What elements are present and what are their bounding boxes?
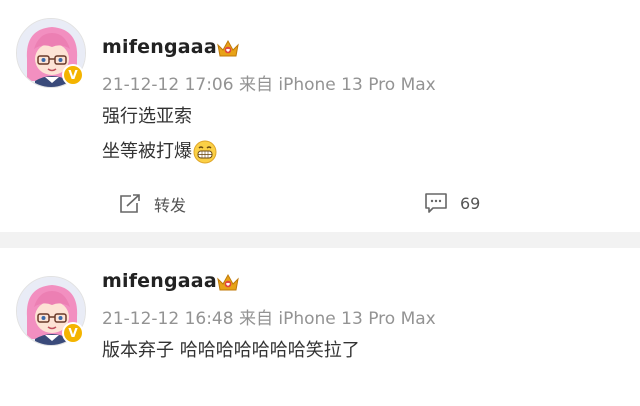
post-timestamp[interactable]: 21-12-12 17:06 (102, 75, 234, 95)
post-text: 坐等被打爆 (102, 141, 192, 162)
username[interactable]: mifengaaa (102, 270, 217, 292)
post-meta: 21-12-12 17:06 来自 iPhone 13 Pro Max (102, 70, 436, 95)
crown-icon[interactable] (216, 37, 240, 59)
post-meta: 21-12-12 16:48 来自 iPhone 13 Pro Max (102, 304, 436, 329)
crown-icon[interactable] (216, 271, 240, 293)
username[interactable]: mifengaaa (102, 36, 217, 58)
post-source: 来自 iPhone 13 Pro Max (238, 75, 436, 95)
post-timestamp[interactable]: 21-12-12 16:48 (102, 309, 234, 329)
avatar[interactable]: V (16, 18, 86, 88)
post-card: V mifengaaa 21-12-12 17:06 来自 iPhone 13 … (0, 0, 640, 232)
post-text-line: 强行选亚索 (102, 106, 192, 127)
comment-button[interactable]: 69 (424, 192, 480, 214)
post-text-line-with-emoji: 坐等被打爆 (102, 137, 217, 164)
repost-icon (120, 194, 140, 213)
avatar[interactable]: V (16, 276, 86, 346)
comment-count: 69 (460, 193, 481, 213)
verified-badge-icon: V (62, 322, 84, 344)
comment-icon (425, 193, 447, 213)
grin-emoji-icon (193, 140, 217, 164)
post-text-line: 版本弃子 哈哈哈哈哈哈哈笑拉了 (102, 340, 360, 361)
post-divider (0, 232, 640, 248)
post-card: V mifengaaa 21-12-12 16:48 来自 iPhone 13 … (0, 248, 640, 406)
repost-button[interactable]: 转发 (118, 192, 186, 216)
repost-label: 转发 (154, 196, 187, 215)
verified-badge-icon: V (62, 64, 84, 86)
post-source: 来自 iPhone 13 Pro Max (238, 309, 436, 329)
